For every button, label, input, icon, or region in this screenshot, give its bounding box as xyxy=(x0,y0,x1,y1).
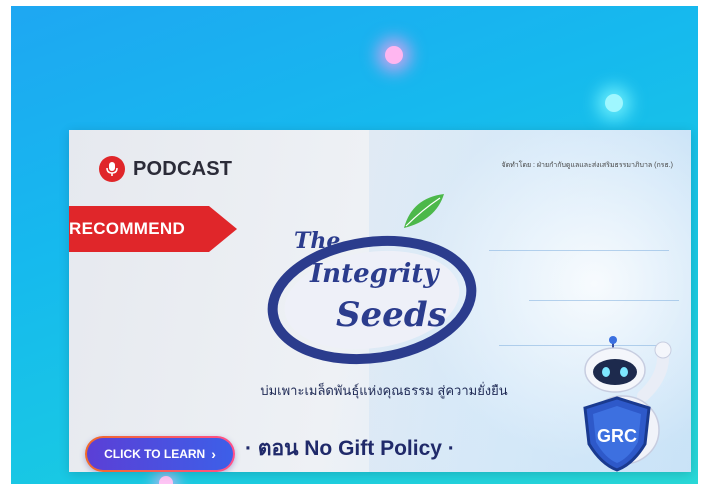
podcast-label: PODCAST xyxy=(133,157,233,180)
cyan-glow-light xyxy=(605,94,623,112)
chevron-right-icon: › xyxy=(211,446,216,462)
recommend-ribbon: RECOMMEND xyxy=(69,206,237,260)
pink-glow-light xyxy=(385,46,403,64)
podcast-card[interactable]: PODCAST จัดทำโดย : ฝ่ายกำกับดูแลและส่งเส… xyxy=(69,130,691,472)
logo-word-seeds: Seeds xyxy=(336,295,447,335)
cta-label: CLICK TO LEARN xyxy=(104,447,206,461)
podcast-badge: PODCAST xyxy=(99,156,232,182)
logo-word-integrity: Integrity xyxy=(309,259,440,289)
episode-title: · ตอน No Gift Policy · xyxy=(245,437,455,460)
tech-line xyxy=(529,300,679,301)
tech-line xyxy=(489,250,669,251)
organizer-note: จัดทำโดย : ฝ่ายกำกับดูแลและส่งเสริมธรรมา… xyxy=(501,162,674,169)
microphone-icon xyxy=(99,156,125,182)
bottom-glow-light xyxy=(159,476,173,484)
click-to-learn-button[interactable]: CLICK TO LEARN › xyxy=(85,436,235,472)
recommend-label: RECOMMEND xyxy=(69,219,186,238)
integrity-seeds-logo: The Integrity Seeds xyxy=(267,194,477,365)
tagline: บ่มเพาะเมล็ดพันธุ์แห่งคุณธรรม สู่ความยั่… xyxy=(260,383,508,398)
shield-text: GRC xyxy=(597,426,637,446)
logo-word-the: The xyxy=(294,228,340,254)
banner-background: PODCAST จัดทำโดย : ฝ่ายกำกับดูแลและส่งเส… xyxy=(11,6,698,484)
grc-robot-mascot: GRC xyxy=(583,336,672,472)
